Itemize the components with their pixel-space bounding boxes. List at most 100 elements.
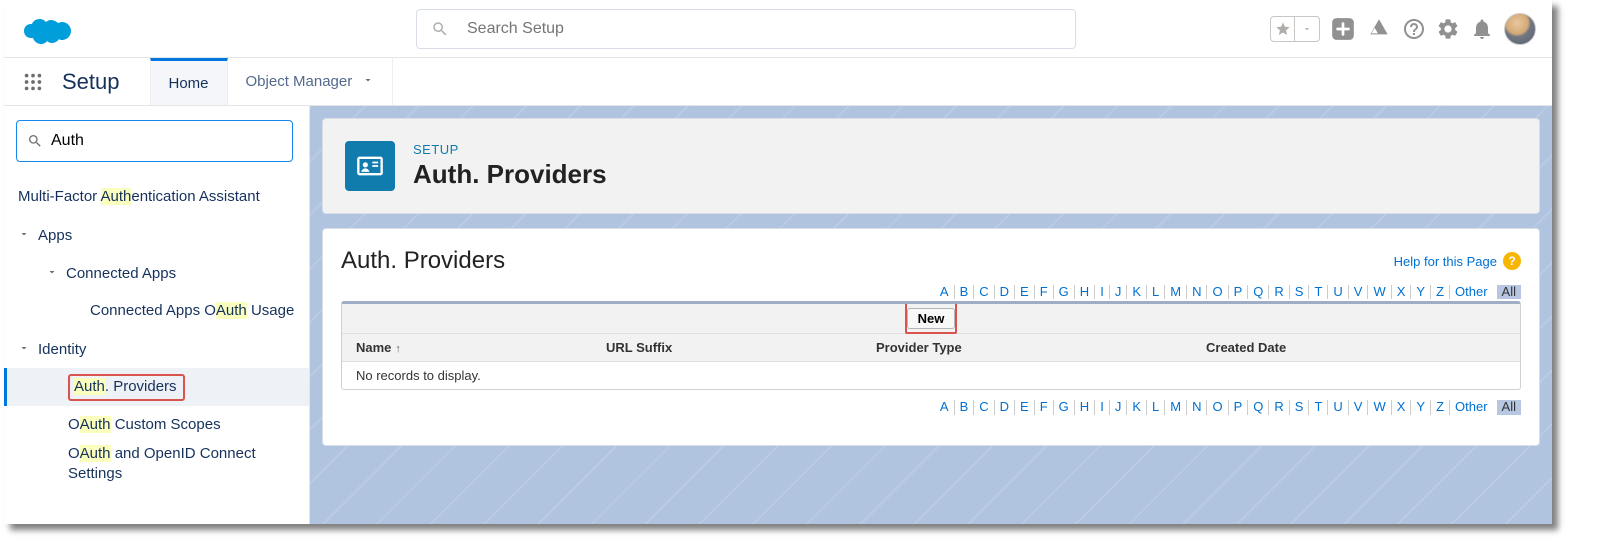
global-search-input[interactable] [467, 20, 1061, 38]
alpha-c[interactable]: C [974, 285, 994, 299]
alpha-v[interactable]: V [1349, 285, 1369, 299]
alpha-t[interactable]: T [1309, 285, 1328, 299]
alpha-q[interactable]: Q [1248, 285, 1269, 299]
alpha-y[interactable]: Y [1411, 285, 1431, 299]
alpha-u[interactable]: U [1328, 285, 1348, 299]
new-button[interactable]: New [907, 308, 956, 329]
app-launcher-icon[interactable] [4, 58, 62, 105]
page-title: Auth. Providers [413, 159, 607, 190]
alpha-j[interactable]: J [1110, 400, 1128, 414]
alpha-o[interactable]: O [1207, 285, 1228, 299]
chevron-down-icon [18, 341, 32, 358]
alpha-s[interactable]: S [1290, 285, 1310, 299]
alpha-filter-top: ABCDEFGHIJKLMNOPQRSTUVWXYZOther All [341, 285, 1521, 299]
alpha-p[interactable]: P [1229, 400, 1249, 414]
add-icon[interactable] [1330, 16, 1356, 42]
page-eyebrow: SETUP [413, 142, 607, 157]
favorites-control[interactable] [1270, 16, 1320, 42]
tree-search[interactable] [16, 120, 293, 162]
tree-item-connected-apps-oauth-usage[interactable]: Connected Apps OAuth Usage [4, 292, 309, 330]
tab-home[interactable]: Home [150, 58, 228, 105]
tree-item-identity[interactable]: Identity [4, 330, 309, 368]
tree-item-apps[interactable]: Apps [4, 216, 309, 254]
identity-card-icon [345, 141, 395, 191]
alpha-all[interactable]: All [1497, 400, 1521, 414]
alpha-d[interactable]: D [995, 400, 1015, 414]
alpha-o[interactable]: O [1207, 400, 1228, 414]
alpha-r[interactable]: R [1269, 285, 1289, 299]
alpha-b[interactable]: B [955, 400, 975, 414]
alpha-i[interactable]: I [1095, 400, 1110, 414]
alpha-d[interactable]: D [995, 285, 1015, 299]
alpha-t[interactable]: T [1309, 400, 1328, 414]
alpha-w[interactable]: W [1368, 285, 1391, 299]
alpha-other[interactable]: Other [1450, 400, 1493, 414]
alpha-other[interactable]: Other [1450, 285, 1493, 299]
tree-item-mfa-assistant[interactable]: Multi-Factor Authentication Assistant [4, 178, 309, 216]
help-icon[interactable] [1402, 17, 1426, 41]
col-name[interactable]: Name↑ [342, 334, 592, 361]
alpha-q[interactable]: Q [1248, 400, 1269, 414]
alpha-n[interactable]: N [1187, 285, 1207, 299]
alpha-filter-bottom: ABCDEFGHIJKLMNOPQRSTUVWXYZOther All [341, 400, 1521, 414]
user-avatar[interactable] [1504, 13, 1536, 45]
alpha-n[interactable]: N [1187, 400, 1207, 414]
alpha-k[interactable]: K [1127, 400, 1147, 414]
alpha-u[interactable]: U [1328, 400, 1348, 414]
alpha-all[interactable]: All [1497, 285, 1521, 299]
alpha-f[interactable]: F [1035, 400, 1054, 414]
tree-item-connected-apps[interactable]: Connected Apps [4, 254, 309, 292]
tree-search-input[interactable] [51, 132, 282, 150]
alpha-e[interactable]: E [1015, 285, 1035, 299]
help-icon: ? [1503, 252, 1521, 270]
alpha-l[interactable]: L [1147, 285, 1165, 299]
page-header: SETUP Auth. Providers [322, 118, 1540, 214]
alpha-i[interactable]: I [1095, 285, 1110, 299]
alpha-y[interactable]: Y [1411, 400, 1431, 414]
alpha-h[interactable]: H [1075, 400, 1095, 414]
global-search[interactable] [416, 9, 1076, 49]
salesforce-logo [24, 11, 76, 47]
alpha-m[interactable]: M [1165, 285, 1187, 299]
list-title: Auth. Providers [341, 247, 505, 275]
alpha-g[interactable]: G [1054, 400, 1075, 414]
help-link[interactable]: Help for this Page ? [1394, 252, 1521, 270]
col-url-suffix[interactable]: URL Suffix [592, 334, 862, 361]
alpha-h[interactable]: H [1075, 285, 1095, 299]
alpha-k[interactable]: K [1127, 285, 1147, 299]
alpha-a[interactable]: A [935, 285, 955, 299]
alpha-r[interactable]: R [1269, 400, 1289, 414]
star-icon [1271, 17, 1295, 41]
alpha-e[interactable]: E [1015, 400, 1035, 414]
alpha-x[interactable]: X [1392, 285, 1412, 299]
alpha-w[interactable]: W [1368, 400, 1391, 414]
settings-icon[interactable] [1436, 17, 1460, 41]
alpha-z[interactable]: Z [1431, 400, 1450, 414]
alpha-c[interactable]: C [974, 400, 994, 414]
alpha-g[interactable]: G [1054, 285, 1075, 299]
col-provider-type[interactable]: Provider Type [862, 334, 1192, 361]
alpha-j[interactable]: J [1110, 285, 1128, 299]
col-created-date[interactable]: Created Date [1192, 334, 1520, 361]
alpha-b[interactable]: B [955, 285, 975, 299]
alpha-m[interactable]: M [1165, 400, 1187, 414]
notifications-icon[interactable] [1470, 17, 1494, 41]
alpha-a[interactable]: A [935, 400, 955, 414]
alpha-z[interactable]: Z [1431, 285, 1450, 299]
table-header: Name↑ URL Suffix Provider Type Created D… [342, 334, 1520, 362]
search-icon [27, 133, 43, 149]
alpha-s[interactable]: S [1290, 400, 1310, 414]
tree-item-oauth-custom-scopes[interactable]: OAuth Custom Scopes [4, 406, 309, 444]
alpha-x[interactable]: X [1392, 400, 1412, 414]
tab-object-manager[interactable]: Object Manager [228, 58, 394, 105]
alpha-v[interactable]: V [1349, 400, 1369, 414]
list-table: New Name↑ URL Suffix Provider Type Creat… [341, 301, 1521, 390]
alpha-p[interactable]: P [1229, 285, 1249, 299]
app-name: Setup [62, 58, 150, 105]
alpha-f[interactable]: F [1035, 285, 1054, 299]
alpha-l[interactable]: L [1147, 400, 1165, 414]
trailhead-icon[interactable] [1366, 16, 1392, 42]
tree-item-auth-providers[interactable]: Auth. Providers [4, 368, 309, 406]
tree-item-oauth-openid-settings[interactable]: OAuth and OpenID Connect Settings [4, 444, 309, 483]
highlight-box: Auth. Providers [68, 374, 185, 401]
